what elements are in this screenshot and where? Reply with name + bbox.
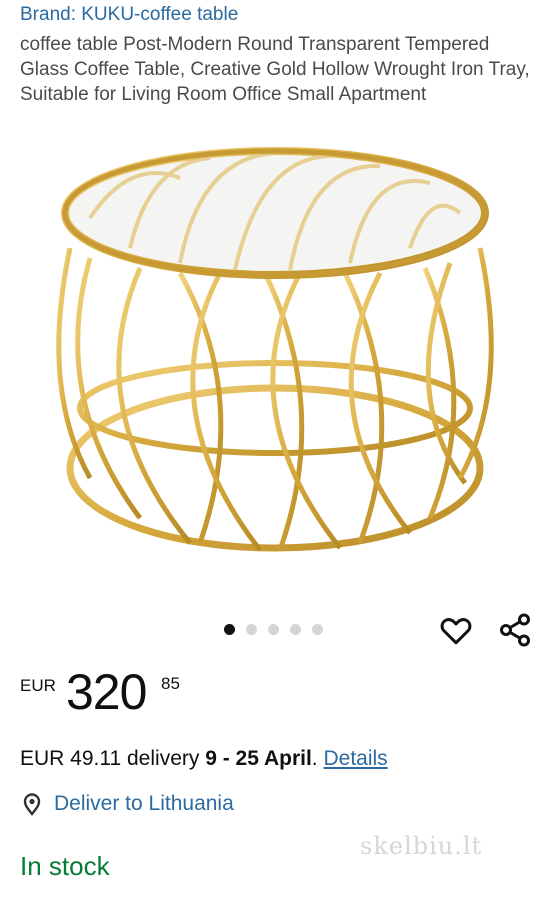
pagination-dot[interactable] bbox=[312, 624, 323, 635]
image-pagination[interactable] bbox=[224, 624, 323, 635]
pagination-dot[interactable] bbox=[268, 624, 279, 635]
brand-link[interactable]: Brand: KUKU-coffee table bbox=[20, 4, 238, 26]
location-pin-icon bbox=[23, 793, 41, 816]
delivery-info: EUR 49.11 delivery 9 - 25 April. Details bbox=[20, 747, 388, 771]
share-icon[interactable] bbox=[497, 612, 533, 648]
delivery-separator: . bbox=[311, 747, 324, 770]
price-fraction: 85 bbox=[161, 674, 180, 693]
deliver-to-label[interactable]: Deliver to Lithuania bbox=[54, 792, 234, 816]
product-title: coffee table Post-Modern Round Transpare… bbox=[20, 34, 530, 105]
pagination-dot[interactable] bbox=[246, 624, 257, 635]
delivery-cost: EUR 49.11 delivery bbox=[20, 747, 206, 770]
product-image[interactable] bbox=[30, 138, 520, 578]
details-link[interactable]: Details bbox=[323, 747, 387, 770]
price-currency: EUR bbox=[20, 676, 56, 695]
deliver-to-location[interactable]: Deliver to Lithuania bbox=[20, 792, 234, 816]
pagination-dot[interactable] bbox=[290, 624, 301, 635]
price-whole: 320 bbox=[66, 664, 147, 720]
delivery-dates: 9 - 25 April bbox=[205, 747, 312, 770]
watermark: skelbiu.lt bbox=[360, 832, 483, 860]
stock-status: In stock bbox=[20, 851, 110, 881]
heart-outline-icon[interactable] bbox=[438, 612, 474, 648]
pagination-dot-active[interactable] bbox=[224, 624, 235, 635]
